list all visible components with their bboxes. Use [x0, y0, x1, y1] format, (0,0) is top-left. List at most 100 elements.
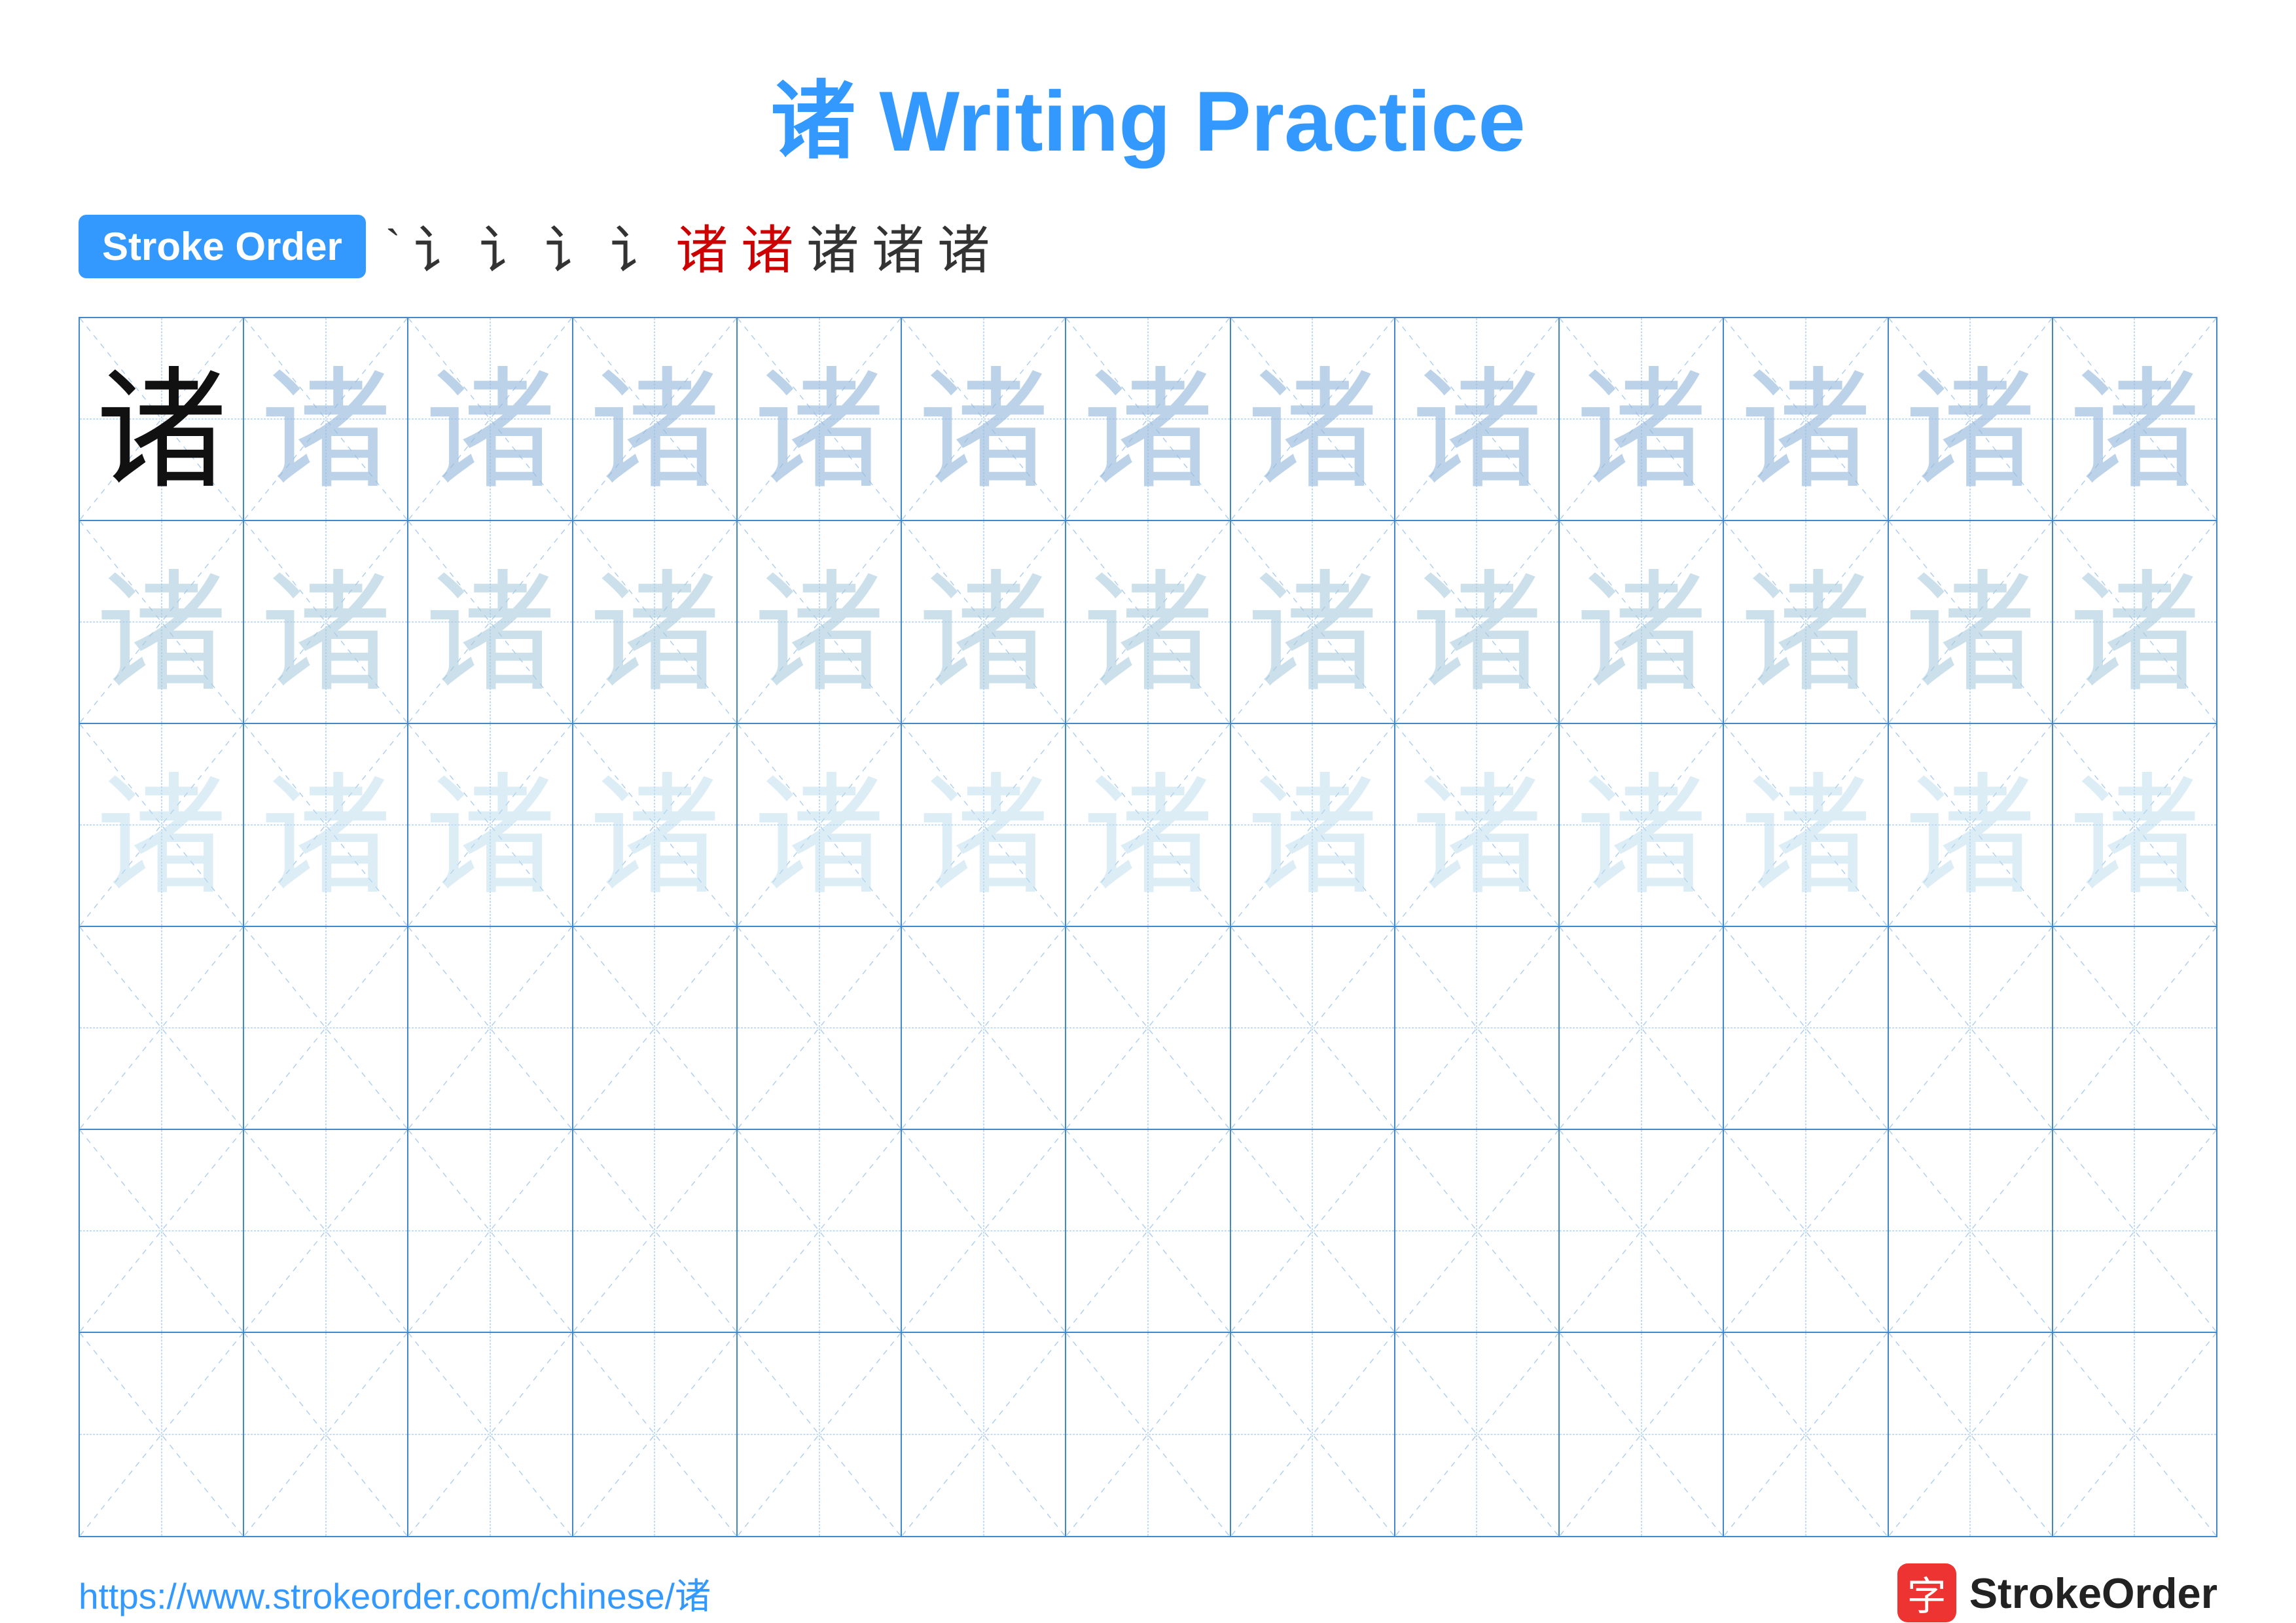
- footer-logo-char: 字: [1907, 1565, 1946, 1622]
- practice-char: 诸: [1247, 527, 1378, 717]
- grid-cell: 诸: [1724, 521, 1888, 723]
- grid-cell: [80, 1130, 244, 1332]
- grid-cell: [408, 1130, 573, 1332]
- practice-char: 诸: [1411, 730, 1542, 920]
- grid-cell: [80, 1333, 244, 1536]
- practice-char: 诸: [1083, 730, 1213, 920]
- grid-cell: [1560, 1130, 1724, 1332]
- practice-char: 诸: [1740, 527, 1871, 717]
- practice-char: 诸: [1576, 730, 1707, 920]
- grid-cell: 诸: [1889, 318, 2053, 520]
- practice-char: 诸: [589, 324, 720, 514]
- grid-cell: 诸: [1560, 724, 1724, 926]
- grid-cell: 诸: [80, 318, 244, 520]
- practice-char: 诸: [425, 324, 556, 514]
- grid-cell: 诸: [80, 724, 244, 926]
- grid-cell: [1066, 1130, 1230, 1332]
- stroke-step-5: 讠: [610, 208, 662, 284]
- grid-cell: [902, 1130, 1066, 1332]
- practice-char: 诸: [1905, 324, 2036, 514]
- page-title: 诸 Writing Practice: [770, 52, 1525, 175]
- practice-char: 诸: [1411, 527, 1542, 717]
- stroke-step-4: 讠: [545, 208, 597, 284]
- grid-cell: 诸: [1889, 521, 2053, 723]
- grid-cell: 诸: [2053, 724, 2216, 926]
- grid-row: 诸诸诸诸诸诸诸诸诸诸诸诸诸: [80, 521, 2216, 724]
- grid-cell: [2053, 927, 2216, 1129]
- grid-cell: 诸: [408, 521, 573, 723]
- grid-cell: 诸: [738, 318, 902, 520]
- grid-cell: [1889, 1130, 2053, 1332]
- grid-cell: [1395, 1130, 1560, 1332]
- practice-char: 诸: [1740, 324, 1871, 514]
- grid-cell: [573, 1130, 738, 1332]
- stroke-sequence: ` 讠 讠 讠 讠 诸 诸 诸 诸 诸: [386, 208, 990, 284]
- stroke-step-8: 诸: [806, 208, 859, 284]
- practice-char: 诸: [425, 527, 556, 717]
- practice-char: 诸: [1576, 527, 1707, 717]
- grid-cell: [1724, 1130, 1888, 1332]
- stroke-step-7: 诸: [741, 208, 793, 284]
- grid-cell: [902, 1333, 1066, 1536]
- grid-cell: [1560, 1333, 1724, 1536]
- footer-logo: 字 StrokeOrder: [1897, 1563, 2217, 1622]
- grid-cell: [1889, 1333, 2053, 1536]
- stroke-step-3: 讠: [479, 208, 531, 284]
- footer: https://www.strokeorder.com/chinese/诸 字 …: [79, 1537, 2217, 1622]
- grid-cell: 诸: [1560, 318, 1724, 520]
- grid-cell: [738, 1333, 902, 1536]
- grid-cell: [1560, 927, 1724, 1129]
- grid-cell: [573, 927, 738, 1129]
- stroke-step-1: `: [386, 220, 401, 272]
- grid-cell: [1066, 927, 1230, 1129]
- practice-char: 诸: [2069, 324, 2200, 514]
- grid-cell: [1231, 1333, 1395, 1536]
- practice-char: 诸: [96, 730, 227, 920]
- footer-url: https://www.strokeorder.com/chinese/诸: [79, 1567, 711, 1619]
- practice-char: 诸: [918, 527, 1049, 717]
- grid-cell: 诸: [408, 724, 573, 926]
- grid-cell: 诸: [573, 724, 738, 926]
- grid-cell: 诸: [1724, 724, 1888, 926]
- grid-cell: [1231, 1130, 1395, 1332]
- practice-char: 诸: [754, 730, 885, 920]
- grid-cell: 诸: [1066, 521, 1230, 723]
- grid-cell: [902, 927, 1066, 1129]
- grid-cell: 诸: [244, 724, 408, 926]
- grid-cell: [2053, 1333, 2216, 1536]
- grid-cell: 诸: [1231, 318, 1395, 520]
- grid-cell: 诸: [1395, 724, 1560, 926]
- grid-cell: 诸: [2053, 318, 2216, 520]
- practice-char: 诸: [918, 730, 1049, 920]
- grid-cell: 诸: [1889, 724, 2053, 926]
- grid-cell: [573, 1333, 738, 1536]
- grid-cell: 诸: [902, 318, 1066, 520]
- grid-cell: [1395, 927, 1560, 1129]
- grid-cell: 诸: [902, 724, 1066, 926]
- practice-char: 诸: [589, 527, 720, 717]
- grid-cell: [1724, 927, 1888, 1129]
- grid-cell: 诸: [1231, 521, 1395, 723]
- grid-cell: [244, 927, 408, 1129]
- practice-char: 诸: [260, 730, 391, 920]
- practice-char: 诸: [1905, 527, 2036, 717]
- practice-char: 诸: [918, 324, 1049, 514]
- stroke-order-row: Stroke Order ` 讠 讠 讠 讠 诸 诸 诸 诸 诸: [79, 208, 2217, 284]
- grid-cell: 诸: [1395, 521, 1560, 723]
- practice-char: 诸: [96, 527, 227, 717]
- stroke-step-6: 诸: [675, 208, 728, 284]
- practice-char: 诸: [96, 324, 227, 514]
- practice-char: 诸: [1411, 324, 1542, 514]
- grid-cell: [2053, 1130, 2216, 1332]
- practice-char: 诸: [1905, 730, 2036, 920]
- grid-row: 诸诸诸诸诸诸诸诸诸诸诸诸诸: [80, 724, 2216, 927]
- grid-cell: [1395, 1333, 1560, 1536]
- practice-char: 诸: [1083, 527, 1213, 717]
- grid-cell: [1066, 1333, 1230, 1536]
- practice-char: 诸: [1247, 730, 1378, 920]
- grid-cell: [80, 927, 244, 1129]
- grid-cell: 诸: [1231, 724, 1395, 926]
- grid-cell: 诸: [902, 521, 1066, 723]
- grid-row: 诸诸诸诸诸诸诸诸诸诸诸诸诸: [80, 318, 2216, 521]
- grid-cell: 诸: [244, 521, 408, 723]
